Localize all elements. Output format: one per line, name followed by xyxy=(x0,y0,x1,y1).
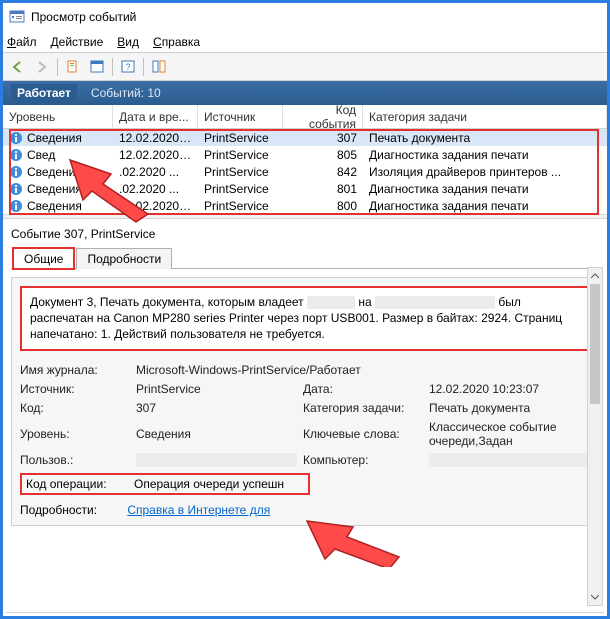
menu-view[interactable]: Вид xyxy=(117,35,139,49)
help-link-row: Подробности: Справка в Интернете для xyxy=(20,503,590,517)
lab-keys: Ключевые слова: xyxy=(303,427,423,441)
toolbar-btn-1[interactable] xyxy=(62,56,84,78)
val-keys: Классическое событие очереди,Задан xyxy=(429,420,590,448)
lab-level: Уровень: xyxy=(20,427,130,441)
menu-file[interactable]: Файл xyxy=(7,35,37,49)
chevron-up-icon xyxy=(591,272,599,280)
grid-header: Уровень Дата и вре... Источник Код событ… xyxy=(3,105,607,129)
table-row[interactable]: Сведения12.02.2020 ...PrintService800Диа… xyxy=(3,197,607,214)
val-cat: Печать документа xyxy=(429,401,590,415)
val-code: 307 xyxy=(136,401,297,415)
lab-date: Дата: xyxy=(303,382,423,396)
menubar: Файл Действие Вид Справка xyxy=(3,31,607,53)
col-header-source[interactable]: Источник xyxy=(198,105,283,128)
detail-body: Документ 3, Печать документа, которым вл… xyxy=(11,277,599,526)
detail-header: Событие 307, PrintService xyxy=(11,225,599,247)
val-date: 12.02.2020 10:23:07 xyxy=(429,382,590,396)
log-name: Работает xyxy=(11,84,77,102)
val-journal: Microsoft-Windows-PrintService/Работает xyxy=(136,363,590,377)
val-comp xyxy=(429,453,590,467)
tab-details[interactable]: Подробности xyxy=(76,248,172,269)
redacted: . xyxy=(307,296,355,309)
arrow-left-icon xyxy=(11,60,25,74)
toolbar-btn-3[interactable]: ? xyxy=(117,56,139,78)
val-source: PrintService xyxy=(136,382,297,396)
status-strip: Работает Событий: 10 xyxy=(3,81,607,105)
detail-scrollbar[interactable] xyxy=(587,267,603,606)
table-row[interactable]: Сведения.02.2020 ...PrintService801Диагн… xyxy=(3,180,607,197)
table-row[interactable]: Сведения.02.2020 ...PrintService842Изоля… xyxy=(3,163,607,180)
help-link[interactable]: Справка в Интернете для xyxy=(127,503,270,517)
scroll-thumb[interactable] xyxy=(590,284,600,404)
tab-general[interactable]: Общие xyxy=(13,248,74,269)
page-icon xyxy=(66,60,80,74)
toolbar-btn-2[interactable] xyxy=(86,56,108,78)
forward-button[interactable] xyxy=(31,56,53,78)
lab-journal: Имя журнала: xyxy=(20,363,130,377)
event-description-box: Документ 3, Печать документа, которым вл… xyxy=(20,286,590,351)
operation-code-row: Код операции: Операция очереди успешн xyxy=(20,473,310,495)
val-user xyxy=(136,453,297,467)
menu-action[interactable]: Действие xyxy=(51,35,104,49)
arrow-right-icon xyxy=(35,60,49,74)
toolbar-btn-4[interactable] xyxy=(148,56,170,78)
tab-strip: Общие Подробности xyxy=(11,247,599,269)
desc-frag-1: Документ 3, Печать документа, которым вл… xyxy=(30,295,304,309)
window-icon xyxy=(90,60,104,74)
lab-op: Код операции: xyxy=(26,477,130,491)
val-op: Операция очереди успешн xyxy=(134,477,284,491)
grid-body: Сведения12.02.2020 ...PrintService307Печ… xyxy=(3,129,607,214)
svg-text:?: ? xyxy=(125,62,130,72)
panels-icon xyxy=(152,60,166,74)
chevron-down-icon xyxy=(591,593,599,601)
lab-more: Подробности: xyxy=(20,503,124,517)
col-header-level[interactable]: Уровень xyxy=(3,105,113,128)
app-icon xyxy=(9,9,25,25)
lab-comp: Компьютер: xyxy=(303,453,423,467)
event-properties: Имя журнала: Microsoft-Windows-PrintServ… xyxy=(20,363,590,467)
redacted: . xyxy=(375,296,495,309)
val-level: Сведения xyxy=(136,427,297,441)
col-header-date[interactable]: Дата и вре... xyxy=(113,105,198,128)
window-title: Просмотр событий xyxy=(31,10,136,24)
table-row[interactable]: Свед12.02.2020 ...PrintService805Диагнос… xyxy=(3,146,607,163)
help-icon: ? xyxy=(121,60,135,74)
lab-source: Источник: xyxy=(20,382,130,396)
detail-pane: Событие 307, PrintService Общие Подробно… xyxy=(3,219,607,581)
titlebar: Просмотр событий xyxy=(3,3,607,31)
lab-cat: Категория задачи: xyxy=(303,401,423,415)
scroll-down-button[interactable] xyxy=(588,589,602,605)
scroll-track[interactable] xyxy=(588,284,602,589)
menu-help[interactable]: Справка xyxy=(153,35,200,49)
lab-code: Код: xyxy=(20,401,130,415)
toolbar: ? xyxy=(3,53,607,81)
scroll-up-button[interactable] xyxy=(588,268,602,284)
col-header-code[interactable]: Код события xyxy=(283,105,363,128)
desc-line-3: Действий пользователя не требуется. xyxy=(114,327,325,341)
lab-user: Пользов.: xyxy=(20,453,130,467)
col-header-category[interactable]: Категория задачи xyxy=(363,105,607,128)
back-button[interactable] xyxy=(7,56,29,78)
table-row[interactable]: Сведения12.02.2020 ...PrintService307Печ… xyxy=(3,129,607,146)
desc-frag-2: на xyxy=(358,295,371,309)
events-count: Событий: 10 xyxy=(91,86,161,100)
